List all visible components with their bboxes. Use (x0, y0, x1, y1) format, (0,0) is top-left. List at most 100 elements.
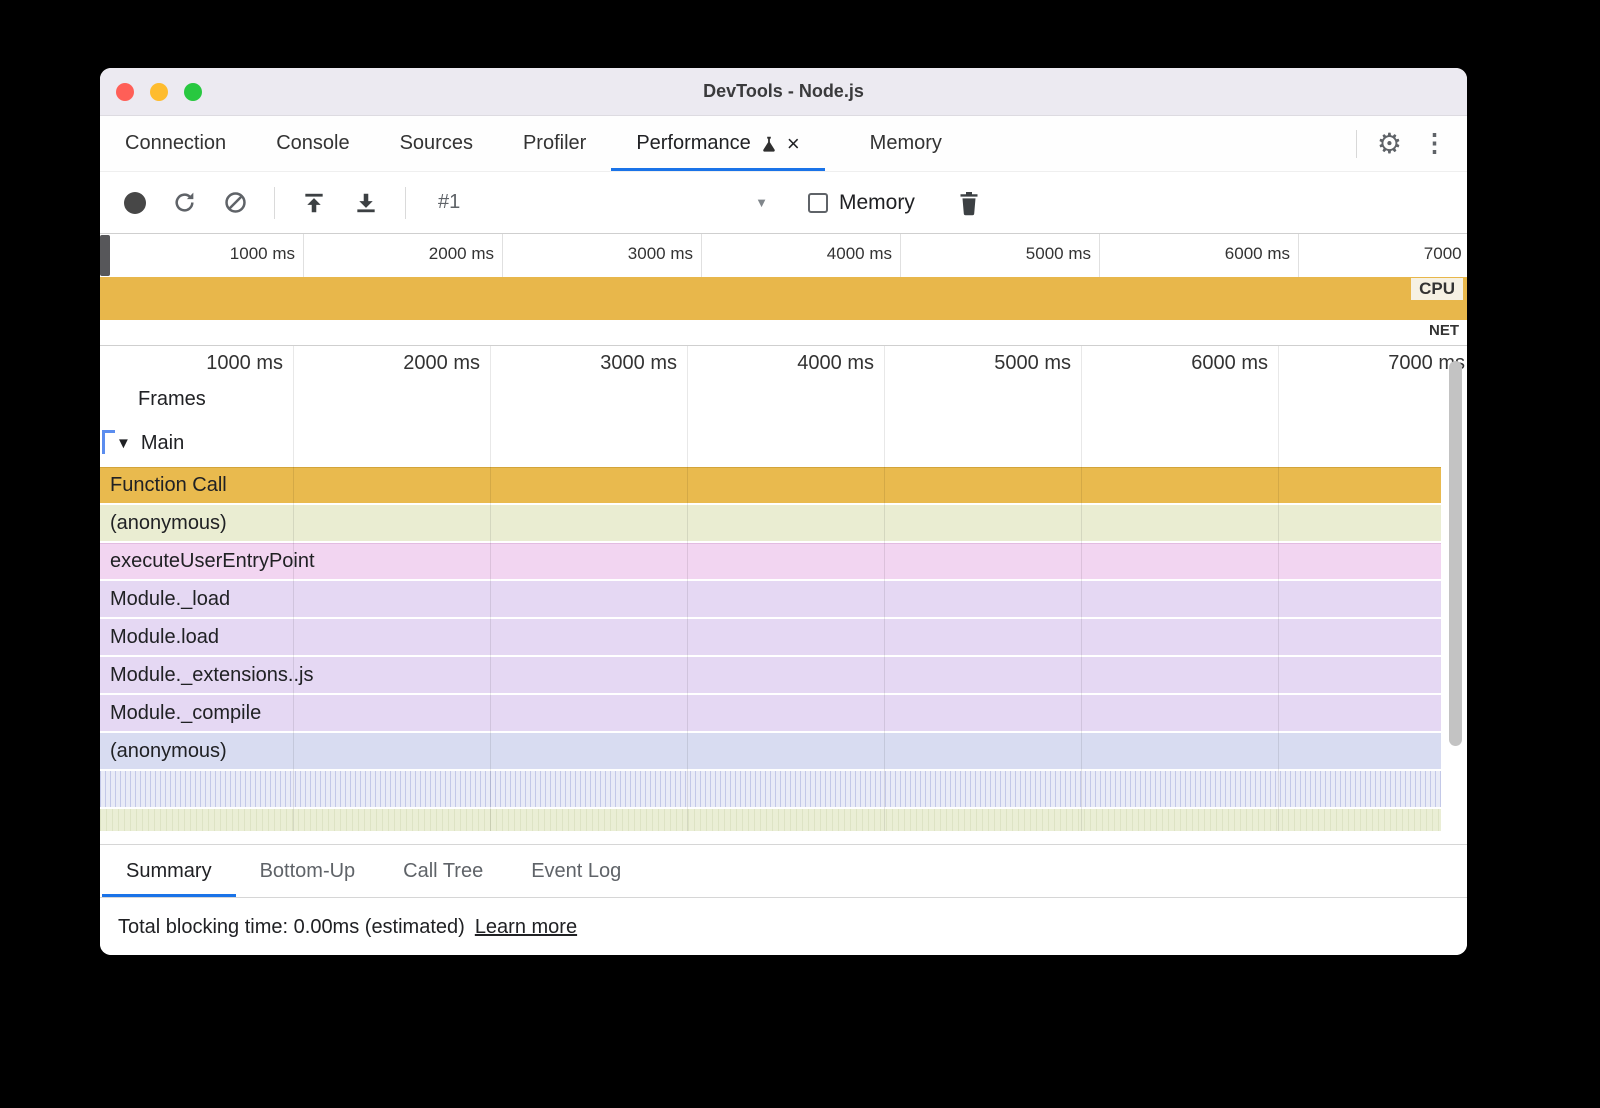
ruler-tick: 3000 ms (567, 352, 677, 375)
traffic-lights (116, 83, 202, 101)
flame-rows: Function Call (anonymous) executeUserEnt… (100, 467, 1441, 831)
flame-bar-module-extensions-js[interactable]: Module._extensions..js (100, 657, 1441, 693)
memory-checkbox-label: Memory (839, 191, 915, 215)
main-track-header[interactable]: ▼ Main (116, 432, 184, 455)
settings-gear-icon[interactable]: ⚙ (1377, 130, 1402, 158)
flame-bar-dense-calls-2[interactable] (100, 809, 1441, 831)
net-band-label: NET (1425, 322, 1463, 339)
status-bar: Total blocking time: 0.00ms (estimated) … (100, 898, 1467, 955)
divider (405, 187, 406, 219)
clear-recordings-icon[interactable] (223, 190, 248, 215)
flame-bar-label: Module._extensions..js (110, 664, 313, 687)
frames-track-label[interactable]: Frames (138, 388, 206, 411)
overview-left-grip[interactable] (100, 235, 110, 276)
main-track-marker (102, 430, 105, 454)
ruler-tick: 5000 ms (961, 352, 1071, 375)
tab-sources[interactable]: Sources (375, 116, 498, 171)
tab-label: Event Log (531, 860, 621, 883)
tab-label: Call Tree (403, 860, 483, 883)
ruler-tick: 7000 ms (1399, 244, 1467, 264)
tab-memory[interactable]: Memory (845, 116, 967, 171)
main-track-label: Main (141, 432, 184, 455)
zoom-window-button[interactable] (184, 83, 202, 101)
flame-bar-label: (anonymous) (110, 512, 227, 535)
more-options-icon[interactable]: ⋮ (1422, 131, 1447, 156)
timeline-overview[interactable]: 1000 ms 2000 ms 3000 ms 4000 ms 5000 ms … (100, 234, 1467, 346)
ruler-tick: 1000 ms (173, 352, 283, 375)
close-tab-icon[interactable]: × (787, 133, 800, 155)
memory-checkbox[interactable] (808, 193, 828, 213)
load-profile-button[interactable] (301, 190, 327, 216)
ruler-tick: 5000 ms (1001, 244, 1091, 264)
ruler-tick: 6000 ms (1158, 352, 1268, 375)
ruler-tick: 4000 ms (764, 352, 874, 375)
minimize-window-button[interactable] (150, 83, 168, 101)
tab-call-tree[interactable]: Call Tree (379, 845, 507, 897)
save-profile-button[interactable] (353, 190, 379, 216)
tab-label: Memory (870, 132, 942, 155)
flame-bar-label: Module._load (110, 588, 230, 611)
flame-chart: 1000 ms 2000 ms 3000 ms 4000 ms 5000 ms … (100, 346, 1467, 831)
delete-recording-trash-icon[interactable] (957, 190, 981, 216)
memory-checkbox-group: Memory (808, 191, 915, 215)
ruler-tick: 2000 ms (370, 352, 480, 375)
cpu-band-label: CPU (1411, 278, 1463, 300)
overview-ruler: 1000 ms 2000 ms 3000 ms 4000 ms 5000 ms … (100, 234, 1467, 277)
tab-label: Performance (636, 132, 751, 155)
cpu-activity-band[interactable]: CPU (100, 277, 1467, 320)
flame-bar-dense-calls[interactable] (100, 771, 1441, 807)
vertical-scrollbar[interactable] (1449, 361, 1462, 746)
tab-bar-right-controls: ⚙ ⋮ (1356, 116, 1467, 171)
details-tab-bar: Summary Bottom-Up Call Tree Event Log (100, 844, 1467, 898)
tab-label: Sources (400, 132, 473, 155)
panel-tab-bar: Connection Console Sources Profiler Perf… (100, 116, 1467, 172)
performance-toolbar: #1 ▼ Memory (100, 172, 1467, 234)
window-title: DevTools - Node.js (100, 81, 1467, 102)
flame-bar-anonymous[interactable]: (anonymous) (100, 505, 1441, 541)
flame-bar-execute-user-entry-point[interactable]: executeUserEntryPoint (100, 543, 1441, 579)
ruler-tick: 3000 ms (603, 244, 693, 264)
flame-bar-module-load[interactable]: Module.load (100, 619, 1441, 655)
tab-console[interactable]: Console (251, 116, 374, 171)
flame-bar-module-compile[interactable]: Module._compile (100, 695, 1441, 731)
ruler-tick: 1000 ms (205, 244, 295, 264)
network-activity-band[interactable]: NET (100, 320, 1467, 346)
tab-label: Summary (126, 860, 212, 883)
profile-select[interactable]: #1 ▼ (438, 191, 768, 214)
tab-profiler[interactable]: Profiler (498, 116, 611, 171)
flame-bar-label: Module.load (110, 626, 219, 649)
flame-bar-label: (anonymous) (110, 740, 227, 763)
collapse-triangle-icon[interactable]: ▼ (116, 435, 131, 452)
flame-bar-label: executeUserEntryPoint (110, 550, 315, 573)
title-bar: DevTools - Node.js (100, 68, 1467, 116)
tab-event-log[interactable]: Event Log (507, 845, 645, 897)
tab-performance[interactable]: Performance × (611, 116, 824, 171)
ruler-tick: 4000 ms (802, 244, 892, 264)
close-window-button[interactable] (116, 83, 134, 101)
tab-label: Connection (125, 132, 226, 155)
record-button[interactable] (124, 192, 146, 214)
flame-bar-anonymous-2[interactable]: (anonymous) (100, 733, 1441, 769)
tab-connection[interactable]: Connection (100, 116, 251, 171)
tab-label: Bottom-Up (260, 860, 356, 883)
divider (274, 187, 275, 219)
reload-and-record-button[interactable] (172, 190, 197, 215)
profile-select-value: #1 (438, 191, 460, 214)
chevron-down-icon: ▼ (755, 195, 768, 210)
flame-bar-module-load-underscore[interactable]: Module._load (100, 581, 1441, 617)
devtools-window: DevTools - Node.js Connection Console So… (100, 68, 1467, 955)
flask-icon (760, 135, 778, 153)
main-track-marker (102, 430, 115, 433)
ruler-tick: 2000 ms (404, 244, 494, 264)
tab-summary[interactable]: Summary (102, 845, 236, 897)
ruler-tick: 6000 ms (1200, 244, 1290, 264)
flame-bar-function-call[interactable]: Function Call (100, 467, 1441, 503)
total-blocking-time-text: Total blocking time: 0.00ms (estimated) (118, 916, 465, 939)
tab-label: Profiler (523, 132, 586, 155)
flame-bar-label: Function Call (110, 474, 227, 497)
learn-more-link[interactable]: Learn more (475, 916, 577, 939)
divider (1356, 130, 1357, 158)
spacer (100, 831, 1467, 844)
tab-label: Console (276, 132, 349, 155)
tab-bottom-up[interactable]: Bottom-Up (236, 845, 380, 897)
